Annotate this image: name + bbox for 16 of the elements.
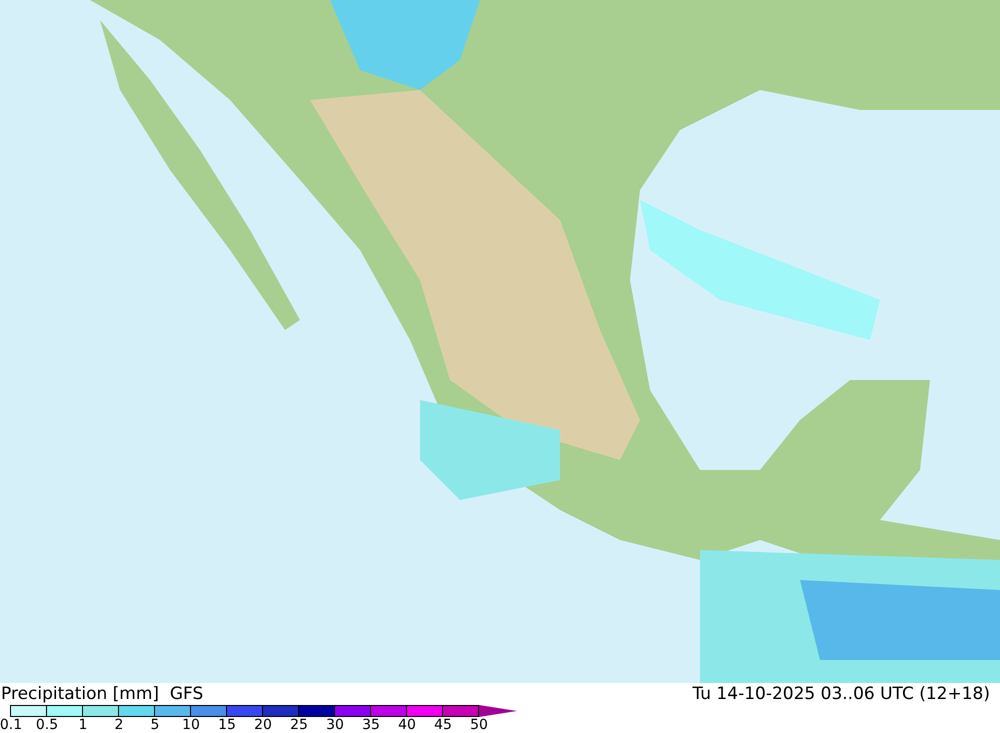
legend-label: 25	[289, 717, 309, 733]
legend-label: 5	[150, 717, 160, 733]
legend-label: 20	[253, 717, 273, 733]
legend-label: 1	[78, 717, 88, 733]
legend-label: 40	[397, 717, 417, 733]
map-title: Precipitation [mm] GFS	[1, 683, 204, 705]
legend-label: 0.1	[0, 717, 24, 733]
legend-label: 50	[469, 717, 489, 733]
legend-label: 0.5	[34, 717, 60, 733]
legend-label: 2	[114, 717, 124, 733]
legend-label: 45	[433, 717, 453, 733]
valid-time: Tu 14-10-2025 03..06 UTC (12+18)	[692, 683, 991, 706]
legend-label: 35	[361, 717, 381, 733]
legend-label: 15	[217, 717, 237, 733]
legend-label: 10	[181, 717, 201, 733]
legend-label: 30	[325, 717, 345, 733]
